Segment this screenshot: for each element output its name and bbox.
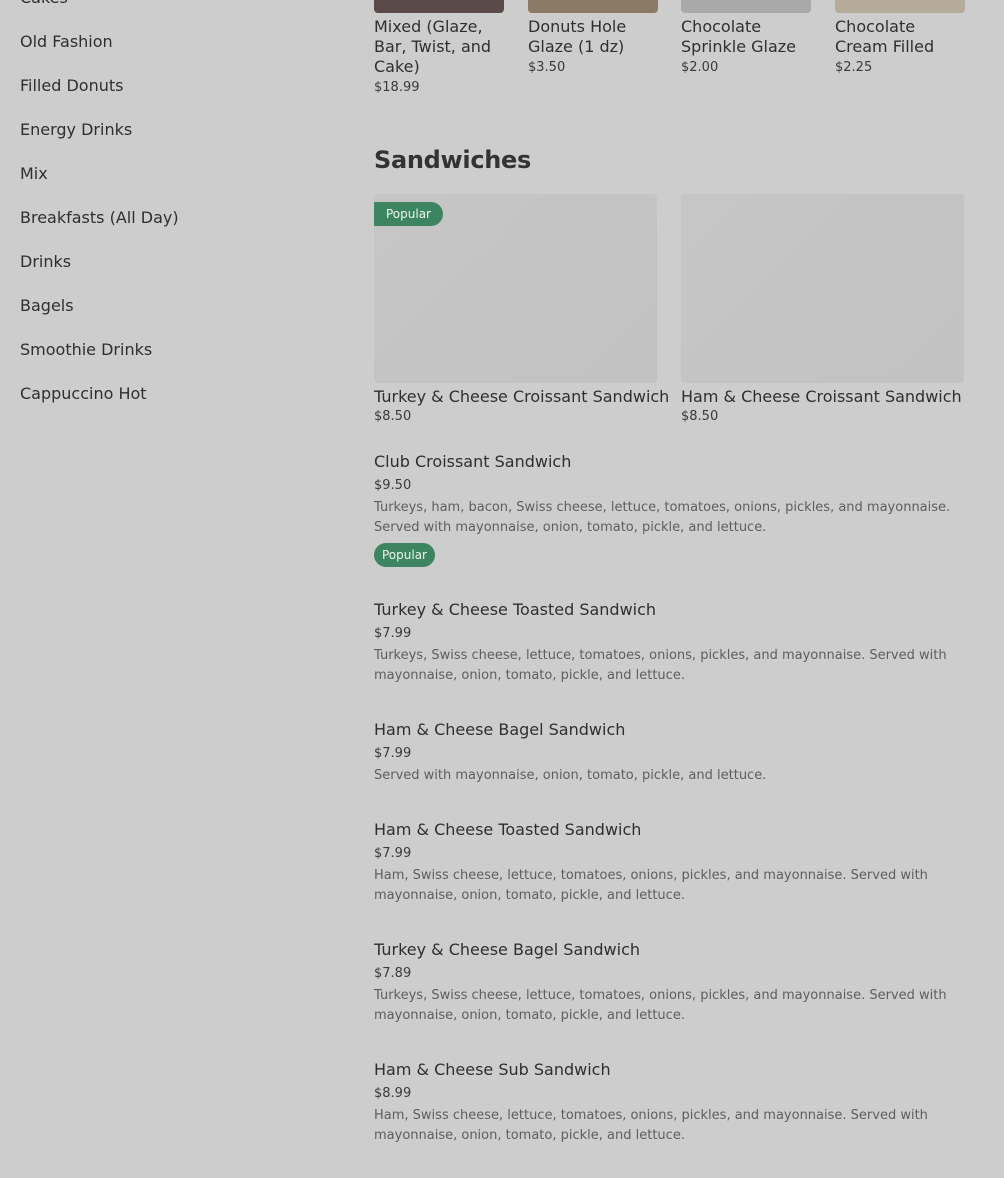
- item-description: Turkeys, Swiss cheese, lettuce, tomatoes…: [374, 988, 947, 1023]
- popular-badge: Popular: [374, 202, 443, 226]
- menu-card[interactable]: Mixed (Glaze, Bar, Twist, and Cake) $18.…: [374, 0, 504, 95]
- item-name: Donuts Hole Glaze (1 dz): [528, 17, 627, 56]
- menu-card[interactable]: Chocolate Cream Filled $2.25: [835, 0, 965, 75]
- item-name: Club Croissant Sandwich: [374, 452, 572, 471]
- item-image: [835, 0, 965, 13]
- item-name: Ham & Cheese Croissant Sandwich: [681, 387, 962, 406]
- item-price: $7.99: [374, 746, 412, 761]
- menu-item[interactable]: Ham & Cheese Toasted Sandwich $7.99 Ham,…: [374, 818, 974, 938]
- item-description: Ham, Swiss cheese, lettuce, tomatoes, on…: [374, 1108, 928, 1143]
- sidebar-item-cappuccino-hot[interactable]: Cappuccino Hot: [20, 374, 320, 418]
- featured-item-card[interactable]: Popular Turkey & Cheese Croissant Sandwi…: [374, 194, 670, 424]
- item-price: $8.50: [681, 409, 719, 424]
- sidebar-item-cakes[interactable]: Cakes: [20, 0, 320, 22]
- item-name: Turkey & Cheese Bagel Sandwich: [374, 940, 641, 959]
- menu-card[interactable]: Donuts Hole Glaze (1 dz) $3.50: [528, 0, 658, 75]
- item-price: $2.25: [835, 60, 873, 75]
- item-price: $3.50: [528, 60, 566, 75]
- sidebar-item-breakfasts[interactable]: Breakfasts (All Day): [20, 198, 320, 242]
- item-price: $18.99: [374, 80, 420, 95]
- menu-item-list: Club Croissant Sandwich $9.50 Turkeys, h…: [374, 450, 974, 1178]
- sidebar-item-smoothie-drinks[interactable]: Smoothie Drinks: [20, 330, 320, 374]
- item-price: $7.99: [374, 626, 412, 641]
- item-image: [681, 0, 811, 13]
- menu-item[interactable]: Ham & Cheese Sub Sandwich $8.99 Ham, Swi…: [374, 1058, 974, 1178]
- item-image: [528, 0, 658, 13]
- section-title: Sandwiches: [374, 146, 532, 174]
- item-price: $7.99: [374, 846, 412, 861]
- sidebar-item-old-fashion[interactable]: Old Fashion: [20, 22, 320, 66]
- featured-item-card[interactable]: Ham & Cheese Croissant Sandwich $8.50: [681, 194, 964, 424]
- menu-card[interactable]: Chocolate Sprinkle Glaze $2.00: [681, 0, 811, 75]
- menu-item[interactable]: Turkey & Cheese Bagel Sandwich $7.89 Tur…: [374, 938, 974, 1058]
- item-name: Ham & Cheese Toasted Sandwich: [374, 820, 642, 839]
- item-name: Ham & Cheese Sub Sandwich: [374, 1060, 611, 1079]
- item-price: $2.00: [681, 60, 719, 75]
- item-badge-wrap: Popular: [374, 543, 974, 567]
- item-description: Turkeys, Swiss cheese, lettuce, tomatoes…: [374, 648, 947, 683]
- donut-items-row: Mixed (Glaze, Bar, Twist, and Cake) $18.…: [374, 0, 974, 120]
- item-price: $8.50: [374, 409, 412, 424]
- menu-item[interactable]: Turkey & Cheese Toasted Sandwich $7.99 T…: [374, 598, 974, 718]
- menu-content: Mixed (Glaze, Bar, Twist, and Cake) $18.…: [374, 0, 974, 1143]
- item-name: Turkey & Cheese Toasted Sandwich: [374, 600, 657, 619]
- sidebar-item-energy-drinks[interactable]: Energy Drinks: [20, 110, 320, 154]
- item-description: Ham, Swiss cheese, lettuce, tomatoes, on…: [374, 868, 928, 903]
- item-name: Turkey & Cheese Croissant Sandwich: [374, 387, 670, 406]
- sidebar-item-mix[interactable]: Mix: [20, 154, 320, 198]
- sidebar-item-filled-donuts[interactable]: Filled Donuts: [20, 66, 320, 110]
- item-price: $7.89: [374, 966, 412, 981]
- item-description: Turkeys, ham, bacon, Swiss cheese, lettu…: [374, 500, 951, 535]
- sidebar-item-drinks[interactable]: Drinks: [20, 242, 320, 286]
- item-name: Ham & Cheese Bagel Sandwich: [374, 720, 626, 739]
- item-image: Popular: [374, 194, 657, 383]
- item-name: Mixed (Glaze, Bar, Twist, and Cake): [374, 17, 492, 76]
- menu-item[interactable]: Club Croissant Sandwich $9.50 Turkeys, h…: [374, 450, 974, 598]
- item-name: Chocolate Sprinkle Glaze: [681, 17, 797, 56]
- menu-item[interactable]: Ham & Cheese Bagel Sandwich $7.99 Served…: [374, 718, 974, 818]
- item-description: Served with mayonnaise, onion, tomato, p…: [374, 768, 767, 783]
- item-price: $8.99: [374, 1086, 412, 1101]
- item-price: $9.50: [374, 478, 412, 493]
- item-image: [374, 0, 504, 13]
- popular-badge: Popular: [374, 543, 435, 567]
- sidebar-item-bagels[interactable]: Bagels: [20, 286, 320, 330]
- item-image: [681, 194, 964, 383]
- category-sidebar: Cakes Old Fashion Filled Donuts Energy D…: [20, 0, 320, 418]
- item-name: Chocolate Cream Filled: [835, 17, 935, 56]
